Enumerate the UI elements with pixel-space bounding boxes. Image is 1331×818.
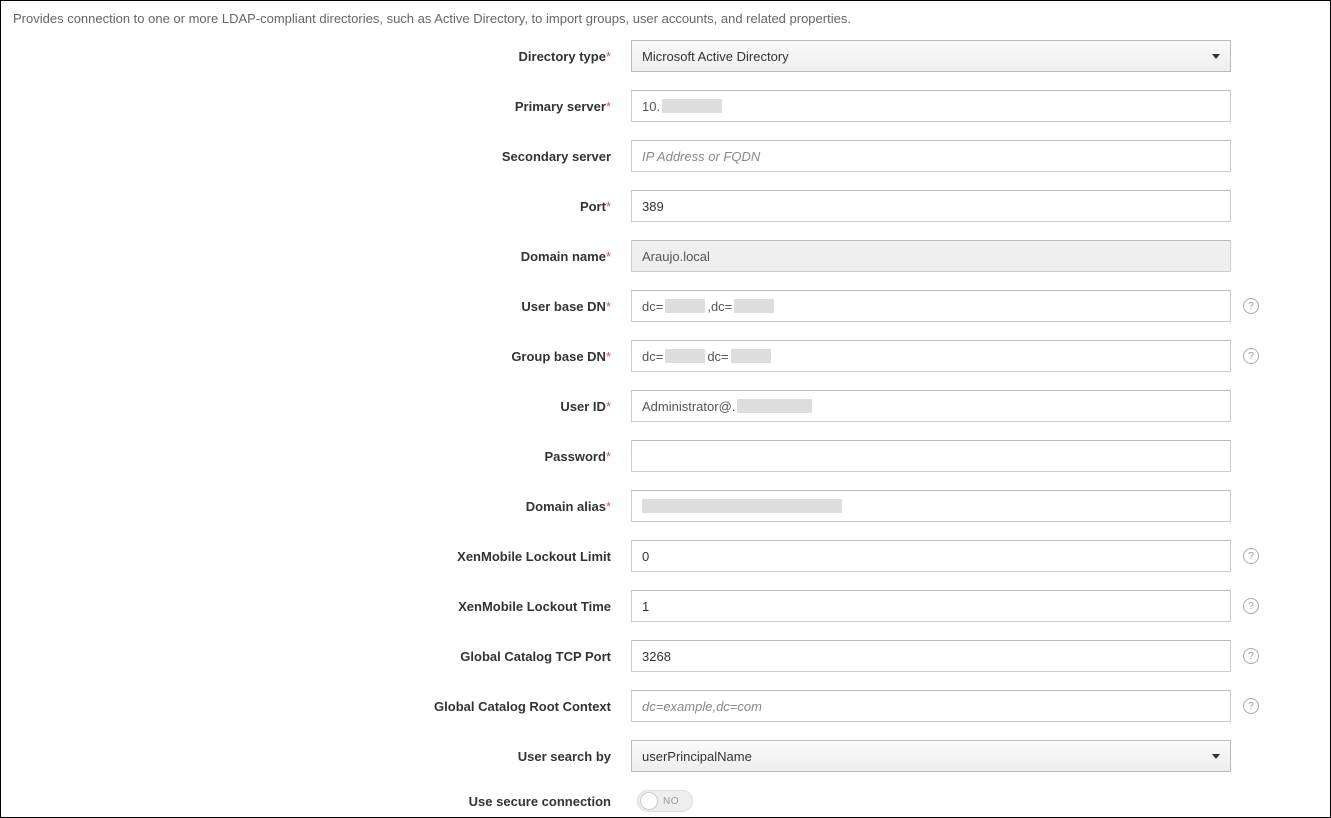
label-port: Port* (21, 199, 631, 214)
row-domain-name: Domain name* (21, 240, 1310, 272)
row-use-secure: Use secure connection NO (21, 790, 1310, 812)
user-id-input[interactable]: Administrator@. (631, 390, 1231, 422)
help-icon[interactable]: ? (1243, 598, 1259, 614)
label-domain-name: Domain name* (21, 249, 631, 264)
label-lockout-limit: XenMobile Lockout Limit (21, 549, 631, 564)
panel-description: Provides connection to one or more LDAP-… (1, 1, 1330, 32)
label-gc-tcp-port: Global Catalog TCP Port (21, 649, 631, 664)
gc-tcp-port-input[interactable] (631, 640, 1231, 672)
redacted-text (734, 299, 774, 313)
redacted-text (662, 99, 722, 113)
redacted-text (665, 299, 705, 313)
row-lockout-time: XenMobile Lockout Time ? (21, 590, 1310, 622)
gc-root-context-input[interactable] (631, 690, 1231, 722)
chevron-down-icon (1212, 754, 1220, 759)
row-password: Password* (21, 440, 1310, 472)
help-icon[interactable]: ? (1243, 548, 1259, 564)
label-password: Password* (21, 449, 631, 464)
domain-name-input (631, 240, 1231, 272)
label-directory-type: Directory type* (21, 49, 631, 64)
redacted-text (737, 399, 812, 413)
port-input[interactable] (631, 190, 1231, 222)
label-secondary-server: Secondary server (21, 149, 631, 164)
help-icon[interactable]: ? (1243, 648, 1259, 664)
row-lockout-limit: XenMobile Lockout Limit ? (21, 540, 1310, 572)
row-port: Port* (21, 190, 1310, 222)
use-secure-toggle[interactable]: NO (637, 790, 693, 812)
row-gc-root-context: Global Catalog Root Context ? (21, 690, 1310, 722)
label-use-secure: Use secure connection (21, 794, 631, 809)
row-gc-tcp-port: Global Catalog TCP Port ? (21, 640, 1310, 672)
row-user-id: User ID* Administrator@. (21, 390, 1310, 422)
redacted-text (642, 499, 842, 513)
secondary-server-input[interactable] (631, 140, 1231, 172)
row-secondary-server: Secondary server (21, 140, 1310, 172)
help-icon[interactable]: ? (1243, 698, 1259, 714)
help-icon[interactable]: ? (1243, 348, 1259, 364)
row-group-base-dn: Group base DN* dc= dc= ? (21, 340, 1310, 372)
redacted-text (665, 349, 705, 363)
user-search-by-select[interactable]: userPrincipalName (631, 740, 1231, 772)
primary-server-input[interactable]: 10. (631, 90, 1231, 122)
toggle-knob (640, 792, 658, 810)
label-user-id: User ID* (21, 399, 631, 414)
directory-type-select[interactable]: Microsoft Active Directory (631, 40, 1231, 72)
row-primary-server: Primary server* 10. (21, 90, 1310, 122)
label-user-search-by: User search by (21, 749, 631, 764)
user-base-dn-input[interactable]: dc=,dc= (631, 290, 1231, 322)
row-user-search-by: User search by userPrincipalName (21, 740, 1310, 772)
redacted-text (731, 349, 771, 363)
label-user-base-dn: User base DN* (21, 299, 631, 314)
help-icon[interactable]: ? (1243, 298, 1259, 314)
label-gc-root-context: Global Catalog Root Context (21, 699, 631, 714)
row-user-base-dn: User base DN* dc=,dc= ? (21, 290, 1310, 322)
label-primary-server: Primary server* (21, 99, 631, 114)
group-base-dn-input[interactable]: dc= dc= (631, 340, 1231, 372)
row-directory-type: Directory type* Microsoft Active Directo… (21, 40, 1310, 72)
form-area: Directory type* Microsoft Active Directo… (1, 32, 1330, 818)
row-domain-alias: Domain alias* (21, 490, 1310, 522)
chevron-down-icon (1212, 54, 1220, 59)
label-group-base-dn: Group base DN* (21, 349, 631, 364)
ldap-config-panel: Provides connection to one or more LDAP-… (0, 0, 1331, 818)
label-domain-alias: Domain alias* (21, 499, 631, 514)
label-lockout-time: XenMobile Lockout Time (21, 599, 631, 614)
lockout-limit-input[interactable] (631, 540, 1231, 572)
password-input[interactable] (631, 440, 1231, 472)
domain-alias-input[interactable] (631, 490, 1231, 522)
lockout-time-input[interactable] (631, 590, 1231, 622)
